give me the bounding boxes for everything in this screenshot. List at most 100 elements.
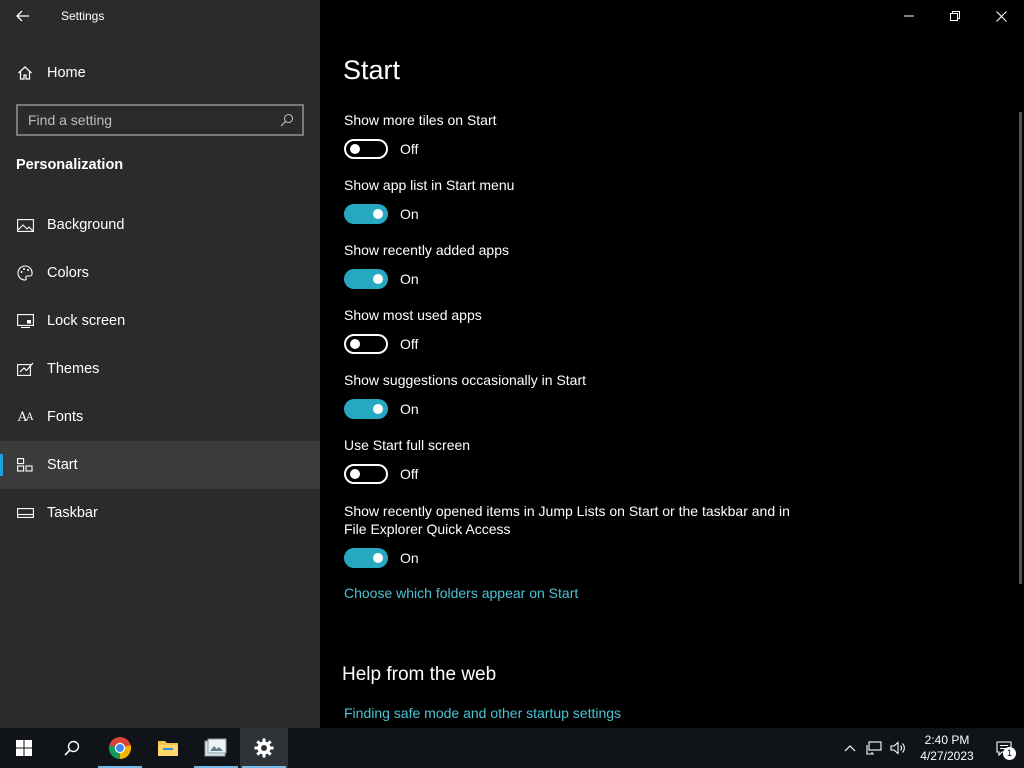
- toggle-switch[interactable]: [344, 464, 388, 484]
- setting-label: Show suggestions occasionally in Start: [344, 372, 587, 388]
- settings-gear-icon: [254, 738, 274, 758]
- setting-show-most-used: Show most used apps Off: [344, 306, 804, 354]
- toggle-state: Off: [400, 141, 419, 157]
- home-icon: [15, 65, 35, 81]
- toggle-switch[interactable]: [344, 139, 388, 159]
- toggle-state: On: [400, 550, 419, 566]
- restore-icon: [950, 11, 960, 21]
- setting-label: Show recently added apps: [344, 242, 509, 258]
- toggle-switch[interactable]: [344, 399, 388, 419]
- sidebar-item-themes[interactable]: Themes: [0, 345, 320, 393]
- show-hidden-icons-button[interactable]: [838, 728, 862, 768]
- minimize-button[interactable]: [886, 0, 932, 32]
- sidebar-item-start[interactable]: Start: [0, 441, 320, 489]
- toggle-state: Off: [400, 466, 419, 482]
- setting-label: Show app list in Start menu: [344, 177, 515, 193]
- settings-taskbar-button[interactable]: [240, 728, 288, 768]
- search-icon: [64, 740, 80, 756]
- search-input[interactable]: [18, 112, 272, 128]
- setting-label: Use Start full screen: [344, 437, 471, 453]
- sidebar-item-taskbar[interactable]: Taskbar: [0, 489, 320, 537]
- search-icon[interactable]: [272, 113, 302, 127]
- close-icon: [995, 10, 1007, 22]
- file-explorer-button[interactable]: [144, 728, 192, 768]
- network-button[interactable]: [862, 728, 886, 768]
- section-title: Personalization: [16, 157, 124, 173]
- sidebar-nav: Background Colors Lock screen Themes A A…: [0, 201, 320, 537]
- taskbar-search-button[interactable]: [48, 728, 96, 768]
- photos-taskbar-button[interactable]: [192, 728, 240, 768]
- safe-mode-help-link[interactable]: Finding safe mode and other startup sett…: [344, 705, 621, 721]
- sidebar-item-fonts[interactable]: AA Fonts: [0, 393, 320, 441]
- toggle-switch[interactable]: [344, 204, 388, 224]
- toggle-state: On: [400, 271, 419, 287]
- taskbar: 2:40 PM 4/27/2023 1: [0, 728, 1024, 768]
- network-icon: [866, 741, 882, 755]
- file-explorer-icon: [158, 741, 178, 756]
- sidebar-item-label: Themes: [47, 361, 100, 377]
- sidebar-item-background[interactable]: Background: [0, 201, 320, 249]
- chrome-icon: [108, 737, 132, 759]
- volume-button[interactable]: [886, 728, 910, 768]
- toggle-state: Off: [400, 336, 419, 352]
- chevron-up-icon: [844, 745, 856, 752]
- windows-start-icon: [16, 740, 32, 756]
- sidebar-item-colors[interactable]: Colors: [0, 249, 320, 297]
- fonts-icon: AA: [17, 409, 34, 425]
- photos-icon: [204, 738, 227, 757]
- setting-show-recently-added: Show recently added apps On: [344, 241, 804, 289]
- toggle-switch[interactable]: [344, 269, 388, 289]
- sidebar-item-label: Colors: [47, 265, 89, 281]
- page-title: Start: [343, 55, 401, 85]
- settings-window: Settings Home Personalization Background: [0, 0, 1024, 728]
- choose-folders-link[interactable]: Choose which folders appear on Start: [344, 585, 578, 601]
- start-icon: [16, 458, 34, 472]
- system-tray: 2:40 PM 4/27/2023 1: [838, 728, 1024, 768]
- close-button[interactable]: [978, 0, 1024, 32]
- setting-label: Show more tiles on Start: [344, 112, 497, 128]
- window-controls: [886, 0, 1024, 32]
- sidebar-item-lock-screen[interactable]: Lock screen: [0, 297, 320, 345]
- sidebar: Settings Home Personalization Background: [0, 0, 320, 728]
- palette-icon: [16, 265, 34, 281]
- windows-start-button[interactable]: [0, 728, 48, 768]
- toggle-state: On: [400, 206, 419, 222]
- toggle-state: On: [400, 401, 419, 417]
- toggle-switch[interactable]: [344, 334, 388, 354]
- sidebar-item-label: Fonts: [47, 409, 84, 425]
- setting-show-suggestions: Show suggestions occasionally in Start O…: [344, 371, 804, 419]
- minimize-icon: [904, 15, 914, 17]
- clock[interactable]: 2:40 PM 4/27/2023: [910, 732, 984, 764]
- speaker-icon: [890, 741, 905, 755]
- home-nav-item[interactable]: Home: [0, 56, 320, 90]
- home-label: Home: [47, 65, 86, 81]
- title-bar: Settings: [0, 0, 320, 32]
- back-button[interactable]: [0, 0, 46, 32]
- sidebar-item-label: Lock screen: [47, 313, 126, 329]
- sidebar-item-label: Taskbar: [47, 505, 98, 521]
- clock-date: 4/27/2023: [920, 749, 974, 763]
- picture-icon: [16, 218, 34, 232]
- setting-show-app-list: Show app list in Start menu On: [344, 176, 804, 224]
- notification-badge: 1: [1003, 747, 1016, 760]
- taskbar-icon: [16, 508, 34, 518]
- chrome-taskbar-button[interactable]: [96, 728, 144, 768]
- search-box[interactable]: [16, 104, 304, 136]
- main-content: Start Show more tiles on Start Off Show …: [320, 0, 1024, 728]
- scrollbar[interactable]: [1019, 112, 1022, 584]
- sidebar-item-label: Background: [47, 217, 125, 233]
- back-arrow-icon: [16, 10, 29, 22]
- sidebar-item-label: Start: [47, 457, 78, 473]
- action-center-button[interactable]: 1: [984, 728, 1024, 768]
- themes-icon: [16, 362, 34, 377]
- clock-time: 2:40 PM: [924, 733, 970, 747]
- window-title: Settings: [61, 9, 105, 23]
- setting-full-screen: Use Start full screen Off: [344, 436, 804, 484]
- help-title: Help from the web: [342, 664, 497, 685]
- setting-label: Show recently opened items in Jump Lists…: [344, 503, 790, 537]
- setting-jump-lists: Show recently opened items in Jump Lists…: [344, 502, 804, 568]
- restore-button[interactable]: [932, 0, 978, 32]
- lock-screen-icon: [16, 314, 34, 328]
- toggle-switch[interactable]: [344, 548, 388, 568]
- setting-show-more-tiles: Show more tiles on Start Off: [344, 111, 804, 159]
